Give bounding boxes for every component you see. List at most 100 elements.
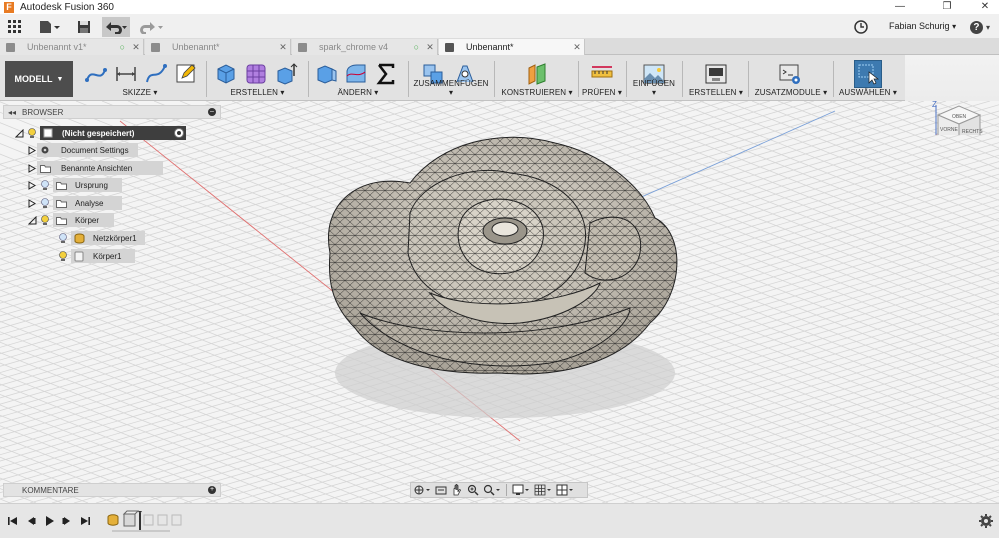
mesh-body-box[interactable]: Netzkörper1 <box>71 231 145 245</box>
timeline-previous-icon[interactable] <box>25 515 37 527</box>
browser-item-mesh-body[interactable]: Netzkörper1 <box>55 231 145 245</box>
browser-panel-header[interactable]: ◂◂ BROWSER – <box>3 105 221 119</box>
parameters-sigma-icon[interactable] <box>374 62 398 86</box>
activate-radio-icon[interactable] <box>174 128 184 138</box>
undo-icon[interactable] <box>102 17 130 37</box>
ribbon-group-label[interactable]: ERSTELLEN ▾ <box>686 88 746 97</box>
data-panel-grid-icon[interactable] <box>6 17 24 37</box>
maximize-button[interactable]: ❐ <box>927 0 967 14</box>
timeline-features[interactable] <box>104 509 194 535</box>
look-at-icon[interactable] <box>433 483 449 497</box>
ribbon-group-label[interactable]: ERSTELLEN ▾ <box>210 88 305 97</box>
visibility-bulb-off-icon[interactable] <box>39 179 51 191</box>
visibility-bulb-off-icon[interactable] <box>57 232 69 244</box>
visibility-bulb-off-icon[interactable] <box>39 197 51 209</box>
grid-snap-icon[interactable] <box>532 483 554 497</box>
document-settings-box[interactable]: Document Settings <box>37 143 138 157</box>
box-tool-icon[interactable] <box>214 62 238 86</box>
press-pull-icon[interactable] <box>314 62 338 86</box>
tab-unbenannt-v1[interactable]: Unbenannt v1* ○ ✕ <box>0 39 144 55</box>
fillet-icon[interactable] <box>344 62 368 86</box>
ribbon-group-label[interactable]: EINFÜGEN ▾ <box>630 79 678 97</box>
spline-tool-icon[interactable] <box>144 62 168 86</box>
visibility-bulb-icon[interactable] <box>26 127 38 139</box>
redo-icon[interactable] <box>138 17 166 37</box>
ribbon-group-label[interactable]: AUSWÄHLEN ▾ <box>836 88 900 97</box>
tab-close-icon[interactable]: ✕ <box>570 42 584 53</box>
visibility-bulb-icon[interactable] <box>39 214 51 226</box>
minimize-button[interactable]: — <box>880 0 920 14</box>
expand-triangle-icon[interactable] <box>27 180 37 190</box>
zoom-icon[interactable] <box>465 483 481 497</box>
ribbon-group-label[interactable]: ZUSATZMODULE ▾ <box>752 88 830 97</box>
ribbon-group-label[interactable]: KONSTRUIEREN ▾ <box>498 88 576 97</box>
dimension-tool-icon[interactable] <box>114 62 138 86</box>
ribbon-group-label[interactable]: ZUSAMMENFÜGEN ▾ <box>411 79 491 97</box>
browser-root-node[interactable]: (Nicht gespeichert) <box>14 126 186 140</box>
scripts-addins-icon[interactable] <box>778 62 802 86</box>
line-tool-icon[interactable] <box>84 62 108 86</box>
3d-print-icon[interactable] <box>704 62 728 86</box>
timeline-last-icon[interactable] <box>79 515 91 527</box>
add-comment-icon[interactable]: + <box>208 486 216 494</box>
timeline-play-icon[interactable] <box>43 515 55 527</box>
tab-unbenannt-active[interactable]: Unbenannt* ✕ <box>439 39 585 55</box>
browser-pin-icon[interactable]: – <box>208 108 216 116</box>
timeline-suppressed-features[interactable] <box>143 514 182 526</box>
timeline-body-feature-icon[interactable] <box>122 510 140 527</box>
bodies-box[interactable]: Körper <box>53 213 114 227</box>
collapse-panel-icon[interactable]: ◂◂ <box>8 108 16 117</box>
zoom-window-icon[interactable] <box>481 483 503 497</box>
origin-box[interactable]: Ursprung <box>53 178 122 192</box>
display-settings-icon[interactable] <box>510 483 532 497</box>
ribbon-group-label[interactable]: ÄNDERN ▾ <box>312 88 404 97</box>
ribbon-group-label[interactable]: SKIZZE ▾ <box>80 88 200 97</box>
timeline-mesh-feature-icon[interactable] <box>107 514 119 526</box>
rose-mesh-model[interactable] <box>300 123 700 423</box>
browser-item-named-views[interactable]: Benannte Ansichten <box>27 161 163 175</box>
help-button[interactable]: ? ▾ <box>966 17 994 37</box>
orbit-icon[interactable] <box>411 483 433 497</box>
analysis-box[interactable]: Analyse <box>53 196 122 210</box>
viewcube[interactable]: Z X OBEN VORNE RECHTS <box>926 101 996 135</box>
named-views-box[interactable]: Benannte Ansichten <box>37 161 163 175</box>
timeline-position-marker[interactable] <box>139 513 141 530</box>
visibility-bulb-icon[interactable] <box>57 250 69 262</box>
extrude-tool-icon[interactable] <box>274 62 298 86</box>
root-component-label-box[interactable]: (Nicht gespeichert) <box>40 126 186 140</box>
collapse-triangle-icon[interactable] <box>27 215 37 225</box>
tab-close-icon[interactable]: ✕ <box>423 42 437 53</box>
form-tool-icon[interactable] <box>244 62 268 86</box>
offset-plane-icon[interactable] <box>525 62 549 86</box>
expand-triangle-icon[interactable] <box>27 145 37 155</box>
close-button[interactable]: ✕ <box>965 0 999 14</box>
timeline-settings-gear-icon[interactable] <box>979 514 993 528</box>
select-tool-button[interactable] <box>854 60 882 88</box>
job-status-clock-icon[interactable] <box>852 17 870 37</box>
workspace-switcher[interactable]: MODELL ▼ <box>5 61 73 97</box>
expand-triangle-icon[interactable] <box>27 163 37 173</box>
timeline-first-icon[interactable] <box>7 515 19 527</box>
viewports-icon[interactable] <box>554 483 576 497</box>
pan-hand-icon[interactable] <box>449 483 465 497</box>
browser-item-body1[interactable]: Körper1 <box>55 249 135 263</box>
user-account-menu[interactable]: Fabian Schurig ▾ <box>889 21 956 31</box>
browser-item-document-settings[interactable]: Document Settings <box>27 143 138 157</box>
timeline-next-icon[interactable] <box>61 515 73 527</box>
measure-ruler-icon[interactable] <box>590 62 614 86</box>
collapse-triangle-icon[interactable] <box>14 128 24 138</box>
tab-unbenannt[interactable]: Unbenannt* ✕ <box>145 39 291 55</box>
comments-panel-header[interactable]: KOMMENTARE + <box>3 483 221 497</box>
save-icon[interactable] <box>74 17 94 37</box>
file-menu-icon[interactable] <box>36 17 62 37</box>
tab-close-icon[interactable]: ✕ <box>129 42 143 53</box>
tab-close-icon[interactable]: ✕ <box>276 42 290 53</box>
body1-box[interactable]: Körper1 <box>71 249 135 263</box>
expand-triangle-icon[interactable] <box>27 198 37 208</box>
ribbon-group-label[interactable]: PRÜFEN ▾ <box>580 88 624 97</box>
browser-item-origin[interactable]: Ursprung <box>27 178 122 192</box>
tab-spark-chrome[interactable]: spark_chrome v4 ○ ✕ <box>292 39 438 55</box>
browser-item-bodies[interactable]: Körper <box>27 213 114 227</box>
sketch-edit-icon[interactable] <box>174 62 198 86</box>
browser-item-analysis[interactable]: Analyse <box>27 196 122 210</box>
